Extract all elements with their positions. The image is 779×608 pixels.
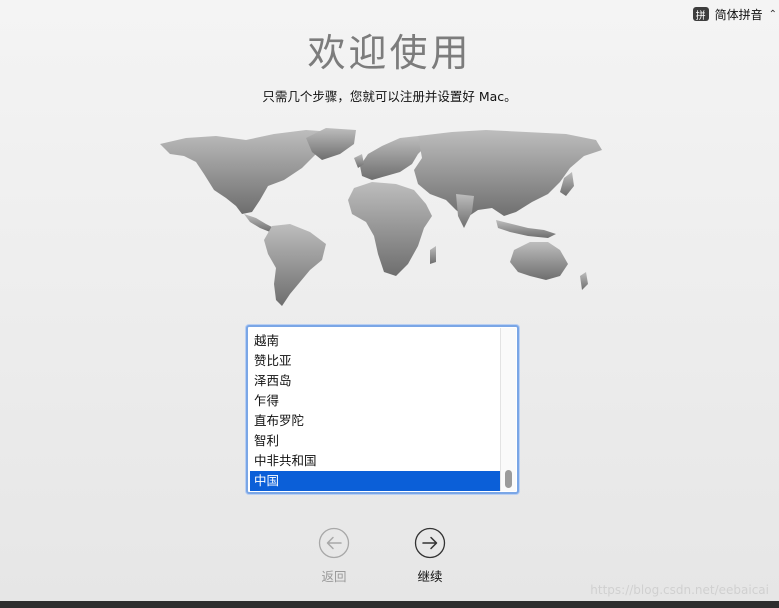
back-button[interactable]: 返回 (304, 527, 364, 585)
list-item-jersey[interactable]: 泽西岛 (250, 371, 500, 391)
continue-button-label: 继续 (417, 569, 443, 584)
india-shape (456, 194, 474, 228)
world-map-image (160, 128, 602, 306)
bottom-bar (0, 601, 779, 608)
input-source-label: 简体拼音 (714, 7, 763, 22)
input-source-menu[interactable]: 拼 简体拼音 ⌃ (692, 6, 777, 22)
page-subtitle: 只需几个步骤，您就可以注册并设置好 Mac。 (262, 89, 517, 104)
back-button-label: 返回 (321, 569, 347, 584)
new-zealand-shape (580, 272, 588, 290)
list-item-china-selected[interactable]: 中国 (250, 471, 500, 491)
country-list: 越南 赞比亚 泽西岛 乍得 直布罗陀 智利 中非共和国 中国 (250, 331, 500, 491)
continue-button[interactable]: 继续 (400, 527, 460, 585)
list-item-chad[interactable]: 乍得 (250, 391, 500, 411)
madagascar-shape (430, 246, 436, 264)
arrow-left-circle-icon (318, 527, 350, 559)
chevron-updown-icon: ⌃ (768, 8, 777, 20)
africa-shape (348, 182, 432, 276)
page-title: 欢迎使用 (307, 31, 472, 75)
central-america-shape (244, 214, 274, 232)
pinyin-badge-icon: 拼 (692, 7, 709, 22)
arrow-right-circle-icon (414, 527, 446, 559)
watermark-text: https://blog.csdn.net/eebaicai (590, 583, 769, 597)
list-scrollbar[interactable] (500, 328, 516, 491)
indonesia-shape (496, 220, 556, 238)
list-item-gibraltar[interactable]: 直布罗陀 (250, 411, 500, 431)
scrollbar-thumb[interactable] (505, 470, 512, 488)
country-listbox[interactable]: 越南 赞比亚 泽西岛 乍得 直布罗陀 智利 中非共和国 中国 (246, 325, 519, 494)
list-item-chile[interactable]: 智利 (250, 431, 500, 451)
list-item-zambia[interactable]: 赞比亚 (250, 351, 500, 371)
list-item-central-african-republic[interactable]: 中非共和国 (250, 451, 500, 471)
list-item-vietnam[interactable]: 越南 (250, 331, 500, 351)
australia-shape (510, 242, 568, 280)
south-america-shape (264, 224, 326, 306)
asia-shape (414, 130, 602, 218)
